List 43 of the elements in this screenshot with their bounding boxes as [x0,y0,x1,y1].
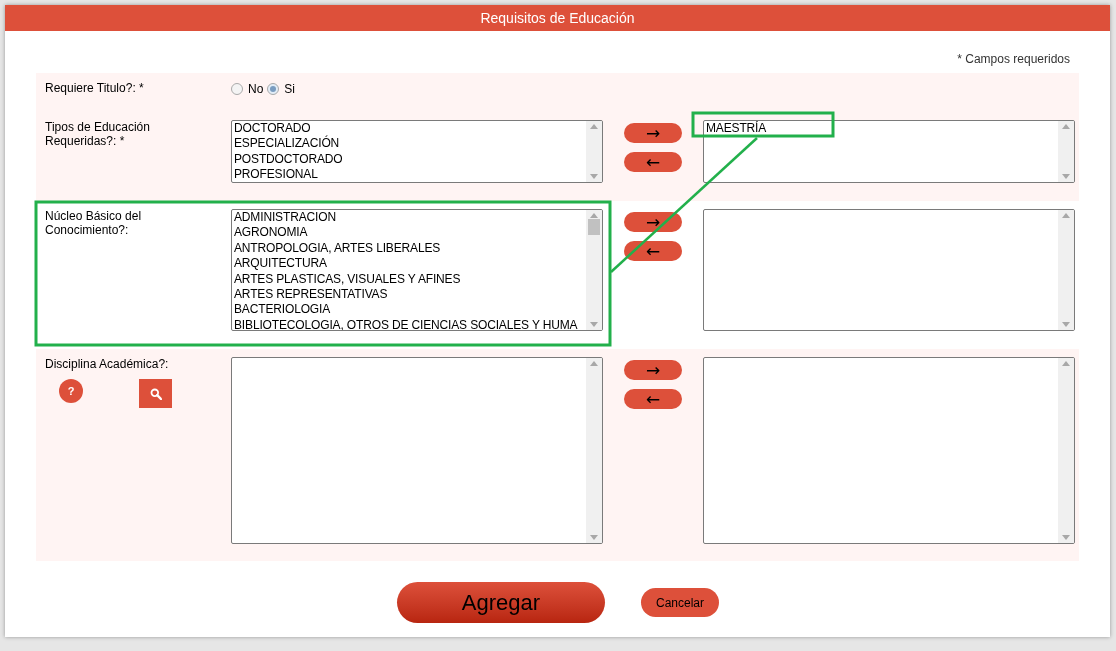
list-option[interactable]: ESPECIALIZACIÓN [234,136,586,152]
move-right-button[interactable]: → [624,123,682,143]
radio-button[interactable] [231,83,243,95]
move-left-button[interactable]: ← [624,389,682,409]
list-option[interactable]: POSTDOCTORADO [234,151,586,168]
dialog-title: Requisitos de Educación [5,5,1110,31]
field-label: Disciplina Académica?: [45,357,170,371]
radio-label: No [248,82,264,96]
list-option[interactable]: MAESTRÍA [706,121,1058,137]
scrollbar[interactable] [586,358,602,543]
required-note: * Campos requeridos [957,52,1070,66]
list-option[interactable]: ARQUITECTURA [234,256,586,272]
radio-label: Si [284,82,295,96]
add-button[interactable]: Agregar [397,582,605,623]
list-box[interactable] [703,209,1075,331]
list-option[interactable]: BACTERIOLOGIA [234,302,586,318]
move-right-button[interactable]: → [624,360,682,380]
cancel-button[interactable]: Cancelar [641,588,719,617]
list-box[interactable]: ADMINISTRACION AGRONOMIA ANTROPOLOGIA, ARTES LIBERALES ARQUITECTURA ARTES PLASTICAS, VISUALES Y AFINES ARTES REPRESENTATIVAS BACTERIOLOGIA BIBLIOTECOLOGIA, OTROS DE CIENCIAS SOCIALES Y HUMA [231,209,603,331]
move-right-button[interactable]: → [624,212,682,232]
scrollbar[interactable] [1058,358,1074,543]
list-option[interactable]: ARTES PLASTICAS, VISUALES Y AFINES [234,271,586,288]
list-option[interactable]: PROFESIONAL [234,167,586,182]
scrollbar[interactable] [1058,121,1074,182]
scrollbar[interactable] [1058,210,1074,330]
move-left-button[interactable]: ← [624,152,682,172]
radio-button[interactable] [267,83,280,95]
field-label: Tipos de Educación Requeridas?: * [45,120,151,148]
list-box[interactable]: DOCTORADO ESPECIALIZACIÓN POSTDOCTORADO PROFESIONAL [231,120,603,183]
list-option[interactable]: AGRONOMIA [234,225,586,241]
field-label: Núcleo Básico del Conocimiento?: [45,209,143,237]
move-left-button[interactable]: ← [624,241,682,261]
search-icon [149,387,162,400]
list-option[interactable]: ANTROPOLOGIA, ARTES LIBERALES [234,240,586,257]
list-option[interactable]: BIBLIOTECOLOGIA, OTROS DE CIENCIAS SOCIALES Y HUMA [234,317,586,330]
scrollbar[interactable] [586,210,602,330]
list-box[interactable]: MAESTRÍA [703,120,1075,183]
list-option[interactable]: ADMINISTRACION [234,210,586,226]
list-option[interactable]: ARTES REPRESENTATIVAS [234,287,586,303]
scrollbar[interactable] [586,121,602,182]
field-label: Requiere Titulo?: * [45,81,145,95]
search-button[interactable] [139,379,172,408]
help-button[interactable]: ? [59,379,83,403]
